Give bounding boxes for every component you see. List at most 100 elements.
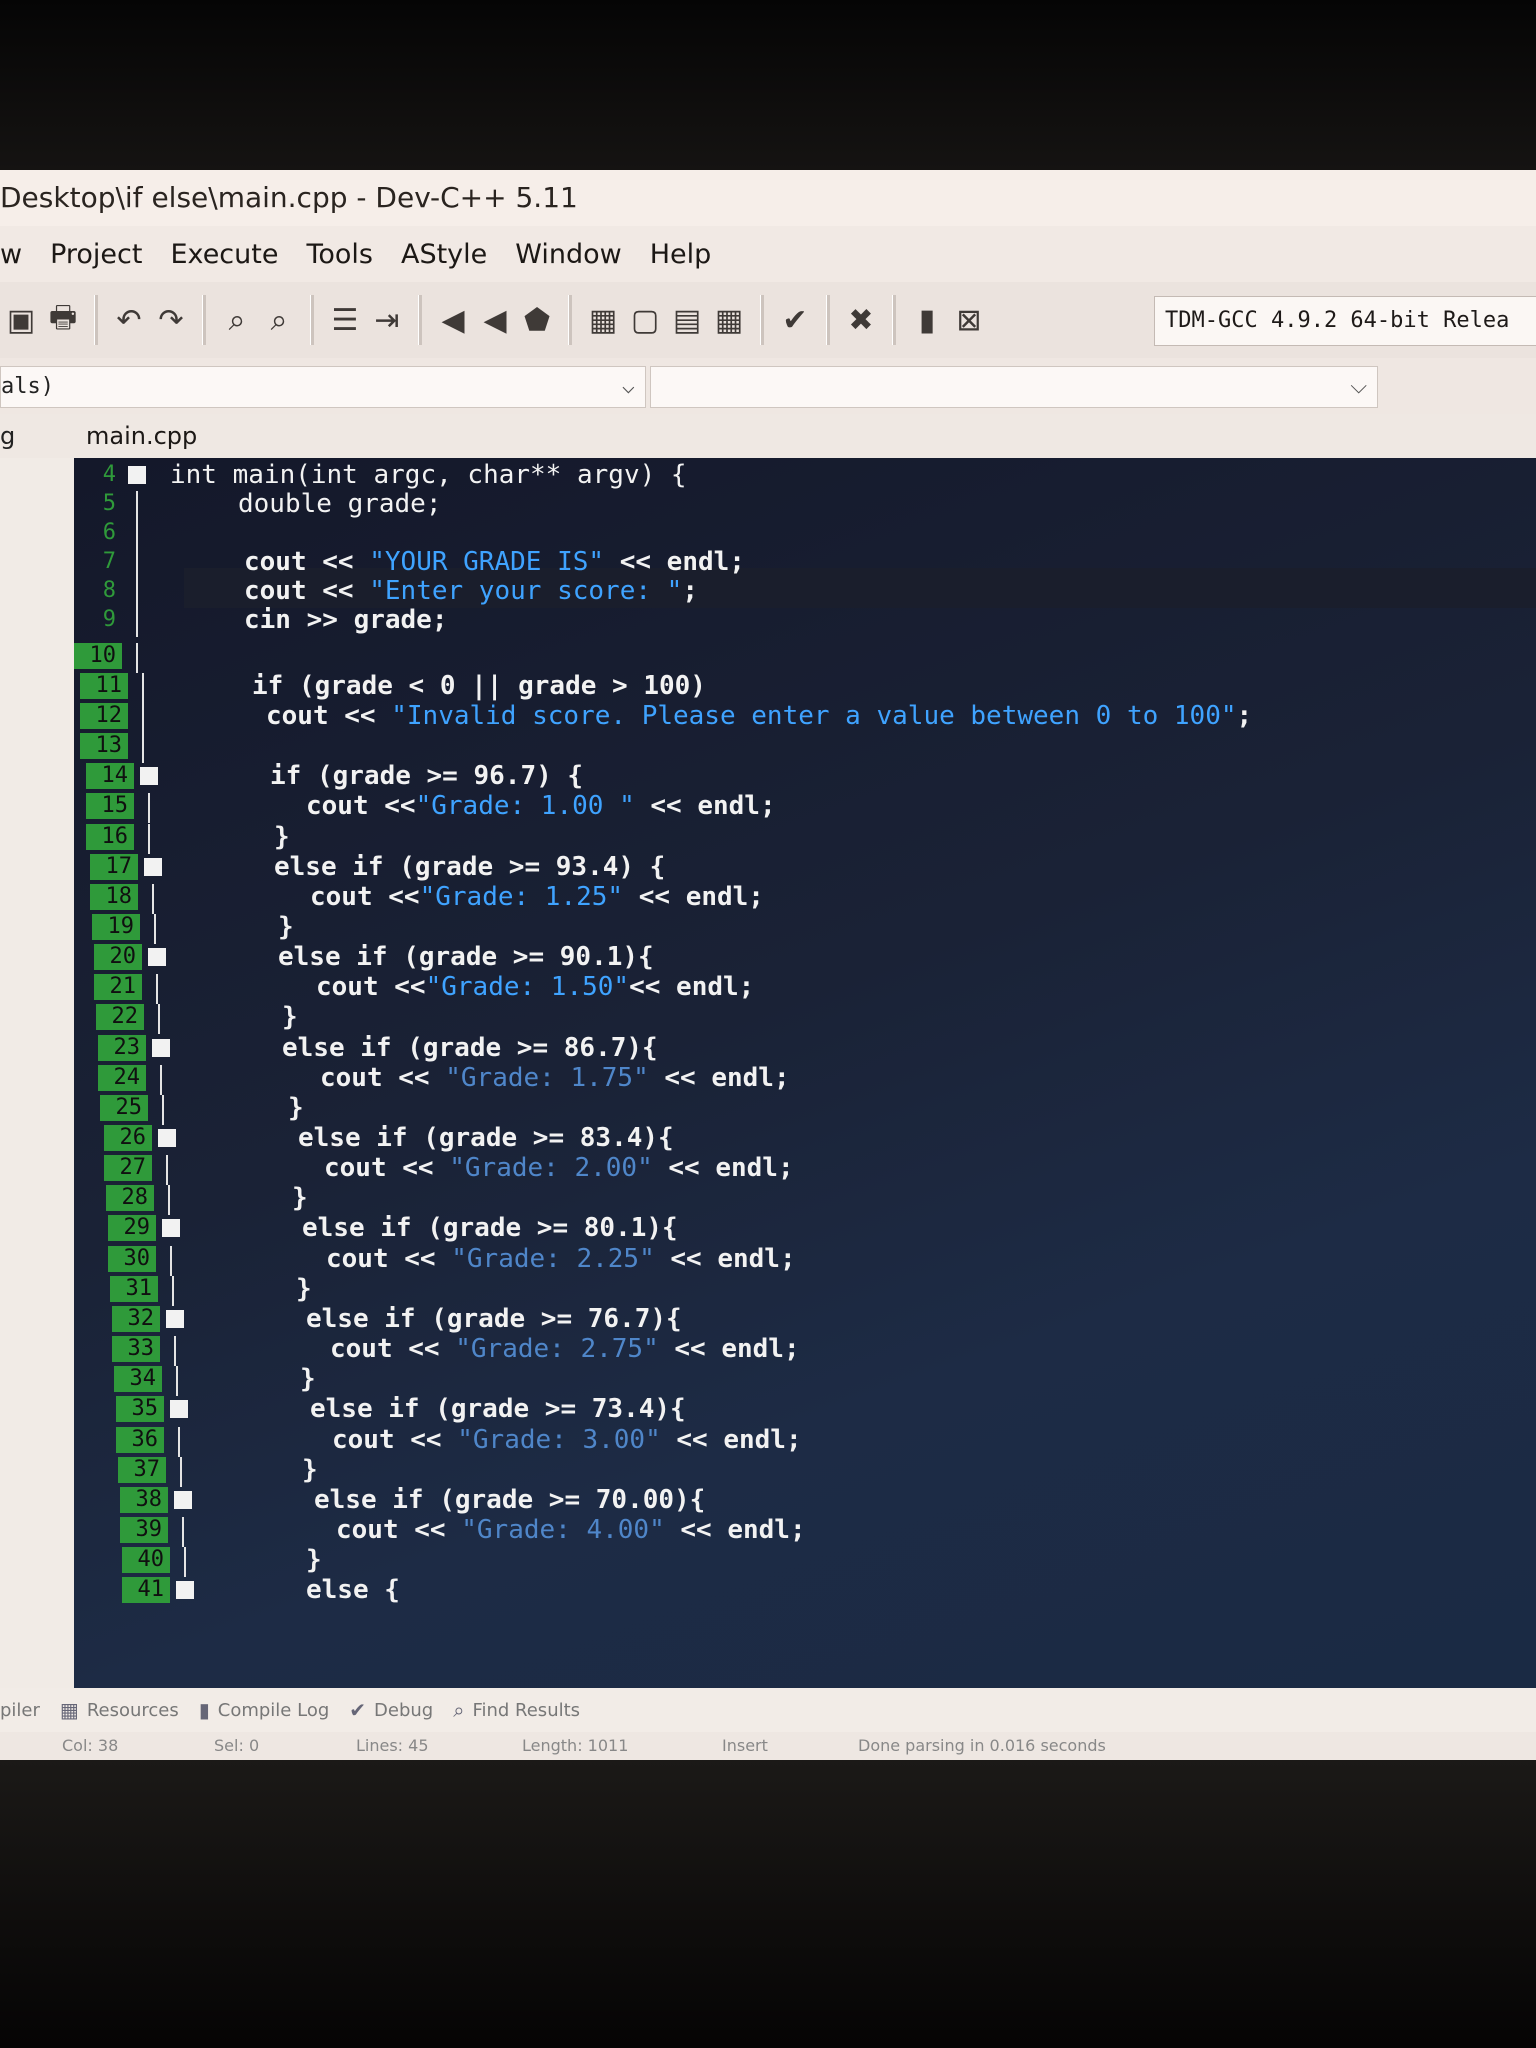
line-number: 9 bbox=[102, 607, 116, 632]
line-number: 33 bbox=[112, 1336, 160, 1363]
line-number: 7 bbox=[102, 549, 116, 574]
fold-toggle-icon[interactable] bbox=[158, 1129, 176, 1147]
code-line: } bbox=[278, 911, 294, 942]
line-number: 20 bbox=[94, 944, 142, 971]
fold-line bbox=[174, 1336, 176, 1367]
bottom-panel-tabs: piler ▦ Resources ▮ Compile Log ✔ Debug ⌕ Fi… bbox=[0, 1688, 1536, 1732]
bookmark-back-icon[interactable]: ◀ bbox=[435, 300, 471, 340]
tab-resources[interactable]: ▦ Resources bbox=[60, 1698, 179, 1722]
member-select[interactable]: ⌵ bbox=[650, 366, 1378, 408]
compiler-select[interactable]: TDM-GCC 4.9.2 64-bit Relea bbox=[1154, 296, 1536, 346]
code-token: << endl; bbox=[648, 1062, 790, 1093]
line-number: 17 bbox=[90, 853, 138, 880]
compile-check-icon[interactable]: ✔ bbox=[777, 300, 813, 340]
code-line: cout << "Grade: 1.75" << endl; bbox=[320, 1063, 790, 1093]
toolbar-separator bbox=[94, 295, 98, 345]
tab-compiler-label: piler bbox=[0, 1699, 40, 1721]
code-line: else { bbox=[306, 1575, 400, 1606]
status-lines-label: Lines: bbox=[356, 1736, 404, 1755]
fold-toggle-icon[interactable] bbox=[176, 1581, 194, 1600]
code-line: else if (grade >= 73.4){ bbox=[310, 1394, 686, 1425]
code-line: } bbox=[274, 821, 290, 852]
unindent-icon[interactable]: ⇥ bbox=[369, 300, 405, 340]
line-number-gutter: 4 5 6 7 8 9 10 11 12 13 14 15 16 17 18 19 20 21 22 23 24 25 26… bbox=[74, 458, 194, 1688]
fold-line bbox=[170, 1245, 172, 1276]
fold-line bbox=[136, 642, 138, 673]
toolbar: ▣ 🖶 ↶ ↷ ⌕ ⌕ ☰ ⇥ ◀ ◀ ⬟ ▦ ▢ ▤ ▦ ✔ ✖ ▮ ⊠ TD… bbox=[0, 282, 1536, 358]
menu-astyle[interactable]: AStyle bbox=[387, 239, 501, 270]
print-icon[interactable]: 🖶 bbox=[45, 300, 81, 340]
toolbar-separator bbox=[418, 295, 422, 345]
fold-toggle-icon[interactable] bbox=[144, 857, 162, 876]
fold-line bbox=[152, 883, 154, 914]
new-project-icon[interactable]: ▦ bbox=[585, 300, 621, 340]
fold-toggle-icon[interactable] bbox=[170, 1400, 188, 1419]
menu-project[interactable]: Project bbox=[36, 239, 156, 270]
menu-tools[interactable]: Tools bbox=[292, 239, 387, 270]
tab-compile-log[interactable]: ▮ Compile Log bbox=[199, 1698, 330, 1722]
code-line: cout << "Invalid score. Please enter a v… bbox=[266, 701, 1252, 731]
line-number: 28 bbox=[106, 1185, 154, 1212]
fold-toggle-icon[interactable] bbox=[128, 466, 146, 484]
fold-toggle-icon[interactable] bbox=[166, 1309, 184, 1328]
code-token: << endl; bbox=[634, 791, 776, 822]
stop-execution-icon[interactable]: ✖ bbox=[843, 300, 879, 340]
redo-icon[interactable]: ↷ bbox=[153, 300, 189, 340]
status-message: Done parsing in 0.016 seconds bbox=[858, 1736, 1106, 1755]
project-panel-tab[interactable]: g bbox=[0, 414, 15, 458]
menu-view[interactable]: w bbox=[0, 239, 36, 270]
line-number: 12 bbox=[80, 702, 128, 729]
fold-toggle-icon[interactable] bbox=[174, 1490, 192, 1509]
code-line: if (grade < 0 || grade > 100) bbox=[252, 670, 706, 701]
line-number: 30 bbox=[108, 1245, 156, 1272]
code-line: cout <<"Grade: 1.50"<< endl; bbox=[316, 972, 754, 1002]
project-options-icon[interactable]: ▢ bbox=[627, 300, 663, 340]
line-number: 31 bbox=[110, 1275, 158, 1302]
code-line: int main(int argc, char** argv) { bbox=[170, 460, 687, 490]
menu-window[interactable]: Window bbox=[501, 239, 635, 270]
tab-debug[interactable]: ✔ Debug bbox=[349, 1698, 433, 1722]
class-browser-icon[interactable]: ▤ bbox=[669, 300, 705, 340]
menu-help[interactable]: Help bbox=[636, 239, 726, 270]
class-select[interactable]: als) ⌵ bbox=[0, 366, 646, 408]
save-all-icon[interactable]: ▣ bbox=[3, 300, 39, 340]
grid-icon[interactable]: ▦ bbox=[711, 300, 747, 340]
menu-execute[interactable]: Execute bbox=[156, 239, 292, 270]
status-col-value: 38 bbox=[97, 1736, 119, 1755]
code-token: cout << bbox=[310, 881, 420, 912]
fold-toggle-icon[interactable] bbox=[162, 1219, 180, 1238]
string-literal: "Grade: 2.00" bbox=[449, 1153, 653, 1184]
fold-line bbox=[172, 1275, 174, 1306]
undo-icon[interactable]: ↶ bbox=[111, 300, 147, 340]
bookmark-forward-icon[interactable]: ◀ bbox=[477, 300, 513, 340]
fold-line bbox=[182, 1516, 184, 1547]
line-number: 24 bbox=[98, 1064, 146, 1091]
tab-compiler[interactable]: piler bbox=[0, 1700, 40, 1721]
fold-line bbox=[136, 520, 138, 550]
code-line: else if (grade >= 83.4){ bbox=[298, 1123, 674, 1153]
line-number: 37 bbox=[118, 1456, 166, 1483]
fold-line bbox=[148, 823, 150, 854]
indent-icon[interactable]: ☰ bbox=[327, 300, 363, 340]
project-panel bbox=[0, 458, 74, 1688]
bookmark-icon[interactable]: ⬟ bbox=[519, 300, 555, 340]
code-line: else if (grade >= 93.4) { bbox=[274, 851, 666, 882]
status-col-label: Col: bbox=[62, 1736, 93, 1755]
toolbar-separator bbox=[310, 295, 314, 345]
code-editor[interactable]: 4 5 6 7 8 9 10 11 12 13 14 15 16 17 18 19 20 21 22 23 24 25 26… bbox=[74, 458, 1536, 1688]
profile-chart-icon[interactable]: ▮ bbox=[909, 300, 945, 340]
delete-profile-icon[interactable]: ⊠ bbox=[951, 300, 987, 340]
string-literal: "Grade: 1.25" bbox=[419, 881, 624, 912]
string-literal: "Grade: 1.50" bbox=[425, 972, 630, 1003]
line-number: 11 bbox=[80, 672, 128, 699]
tab-main-cpp[interactable]: main.cpp bbox=[78, 414, 205, 458]
fold-toggle-icon[interactable] bbox=[148, 948, 166, 967]
string-literal: "Enter your score: " bbox=[369, 576, 683, 606]
find-icon[interactable]: ⌕ bbox=[219, 300, 255, 340]
replace-icon[interactable]: ⌕ bbox=[261, 300, 297, 340]
fold-toggle-icon[interactable] bbox=[152, 1038, 170, 1057]
tab-find-results[interactable]: ⌕ Find Results bbox=[453, 1698, 580, 1722]
code-line: else if (grade >= 86.7){ bbox=[282, 1032, 658, 1063]
fold-toggle-icon[interactable] bbox=[140, 767, 158, 786]
status-lines-value: 45 bbox=[408, 1736, 429, 1755]
